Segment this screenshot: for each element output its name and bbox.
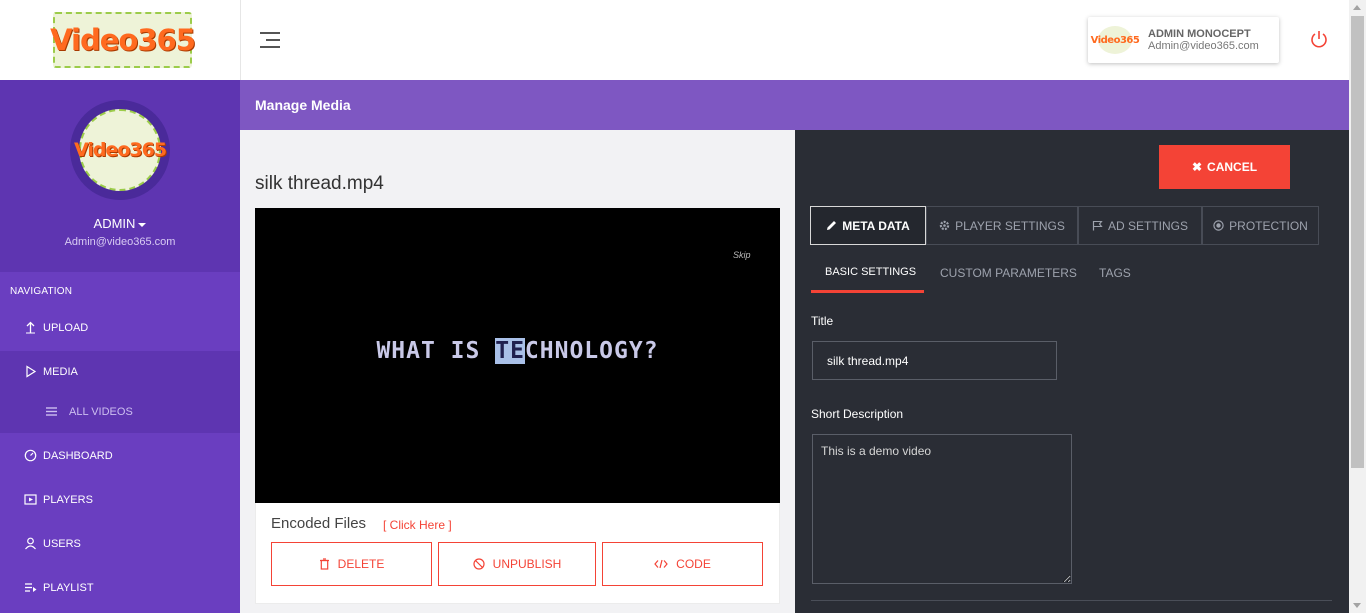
sidebar-item-label: MEDIA	[43, 366, 78, 378]
ban-icon	[473, 558, 485, 570]
upload-icon	[26, 321, 35, 334]
list-icon	[46, 407, 57, 416]
short-description-textarea[interactable]: This is a demo video	[812, 434, 1072, 584]
page-header: Manage Media	[240, 80, 1349, 130]
user-menu[interactable]: Video365 ADMIN MONOCEPT Admin@video365.c…	[1088, 17, 1279, 63]
encoded-files-heading: Encoded Files	[271, 515, 367, 532]
profile-name-dropdown[interactable]: ADMIN	[0, 216, 240, 231]
flag-icon	[1092, 220, 1103, 231]
trash-icon	[319, 558, 329, 570]
unpublish-button[interactable]: UNPUBLISH	[438, 542, 596, 586]
scroll-down-icon[interactable]	[1353, 603, 1361, 608]
nav-heading: NAVIGATION	[10, 286, 73, 297]
subtab-basic-settings[interactable]: BASIC SETTINGS	[825, 266, 916, 278]
close-icon: ✖	[1191, 160, 1203, 174]
sidebar-item-label: ALL VIDEOS	[69, 406, 133, 418]
power-icon[interactable]	[1309, 29, 1329, 49]
sidebar-item-label: UPLOAD	[43, 322, 89, 334]
title-label: Title	[811, 314, 834, 328]
subtab-custom-parameters[interactable]: CUSTOM PARAMETERS	[940, 266, 1077, 280]
sidebar-item-label: PLAYERS	[43, 494, 93, 506]
user-icon	[25, 537, 36, 550]
user-email: Admin@video365.com	[1148, 40, 1259, 52]
sidebar-item-media[interactable]: MEDIA	[0, 351, 240, 393]
tab-player-settings[interactable]: PLAYER SETTINGS	[926, 206, 1078, 245]
code-icon	[654, 559, 668, 569]
tab-protection[interactable]: PROTECTION	[1202, 206, 1319, 245]
tab-meta-data[interactable]: META DATA	[810, 206, 926, 245]
sidebar-item-players[interactable]: PLAYERS	[0, 479, 240, 521]
scroll-up-icon[interactable]	[1353, 5, 1361, 10]
video-frame-text: WHAT IS TECHNOLOGY?	[376, 338, 659, 364]
caret-down-icon	[138, 222, 147, 227]
sidebar-item-playlist[interactable]: PLAYLIST	[0, 567, 240, 609]
delete-button[interactable]: DELETE	[271, 542, 432, 586]
sidebar-item-dashboard[interactable]: DASHBOARD	[0, 435, 240, 477]
code-button[interactable]: CODE	[602, 542, 763, 586]
menu-toggle-icon[interactable]	[260, 31, 280, 49]
sidebar-item-label: USERS	[43, 538, 81, 550]
encoded-files-link[interactable]: [ Click Here ]	[383, 518, 452, 532]
title-input[interactable]	[812, 341, 1057, 380]
logo-area: Video365	[0, 0, 241, 80]
sidebar-item-label: PLAYLIST	[43, 582, 94, 594]
short-description-label: Short Description	[811, 407, 904, 421]
page-scrollbar[interactable]	[1349, 0, 1366, 613]
dashboard-icon	[24, 449, 37, 462]
player-icon	[24, 494, 37, 505]
pencil-icon	[827, 221, 837, 230]
skip-button[interactable]: Skip	[733, 250, 751, 260]
cancel-button[interactable]: ✖ CANCEL	[1159, 145, 1290, 189]
subtab-tags[interactable]: TAGS	[1099, 266, 1131, 280]
playlist-icon	[25, 583, 37, 592]
page-title: Manage Media	[255, 97, 351, 113]
form-divider	[811, 600, 1332, 601]
user-avatar: Video365	[1091, 26, 1140, 54]
sidebar-item-label: DASHBOARD	[43, 450, 113, 462]
sidebar: Video365 ADMIN Admin@video365.com NAVIGA…	[0, 80, 240, 613]
play-icon	[26, 365, 37, 378]
video-player[interactable]: Skip WHAT IS TECHNOLOGY?	[255, 208, 780, 503]
shield-icon	[1213, 220, 1224, 231]
brand-logo-text: Video365	[50, 23, 196, 57]
sidebar-item-all-videos[interactable]: ALL VIDEOS	[0, 391, 240, 433]
scrollbar-thumb[interactable]	[1351, 16, 1364, 468]
media-title: silk thread.mp4	[255, 173, 384, 194]
tab-ad-settings[interactable]: AD SETTINGS	[1078, 206, 1202, 245]
profile-email: Admin@video365.com	[64, 236, 176, 248]
profile-avatar: Video365	[70, 100, 170, 200]
sidebar-profile: Video365 ADMIN Admin@video365.com	[0, 80, 240, 272]
subtab-active-indicator	[811, 290, 924, 293]
sidebar-item-upload[interactable]: UPLOAD	[0, 307, 240, 349]
gear-icon	[939, 220, 950, 231]
brand-logo[interactable]: Video365	[50, 12, 196, 68]
user-name: ADMIN MONOCEPT	[1148, 28, 1251, 40]
sidebar-item-users[interactable]: USERS	[0, 523, 240, 565]
top-bar: Video365 Video365 ADMIN MONOCEPT Admin@v…	[0, 0, 1366, 80]
